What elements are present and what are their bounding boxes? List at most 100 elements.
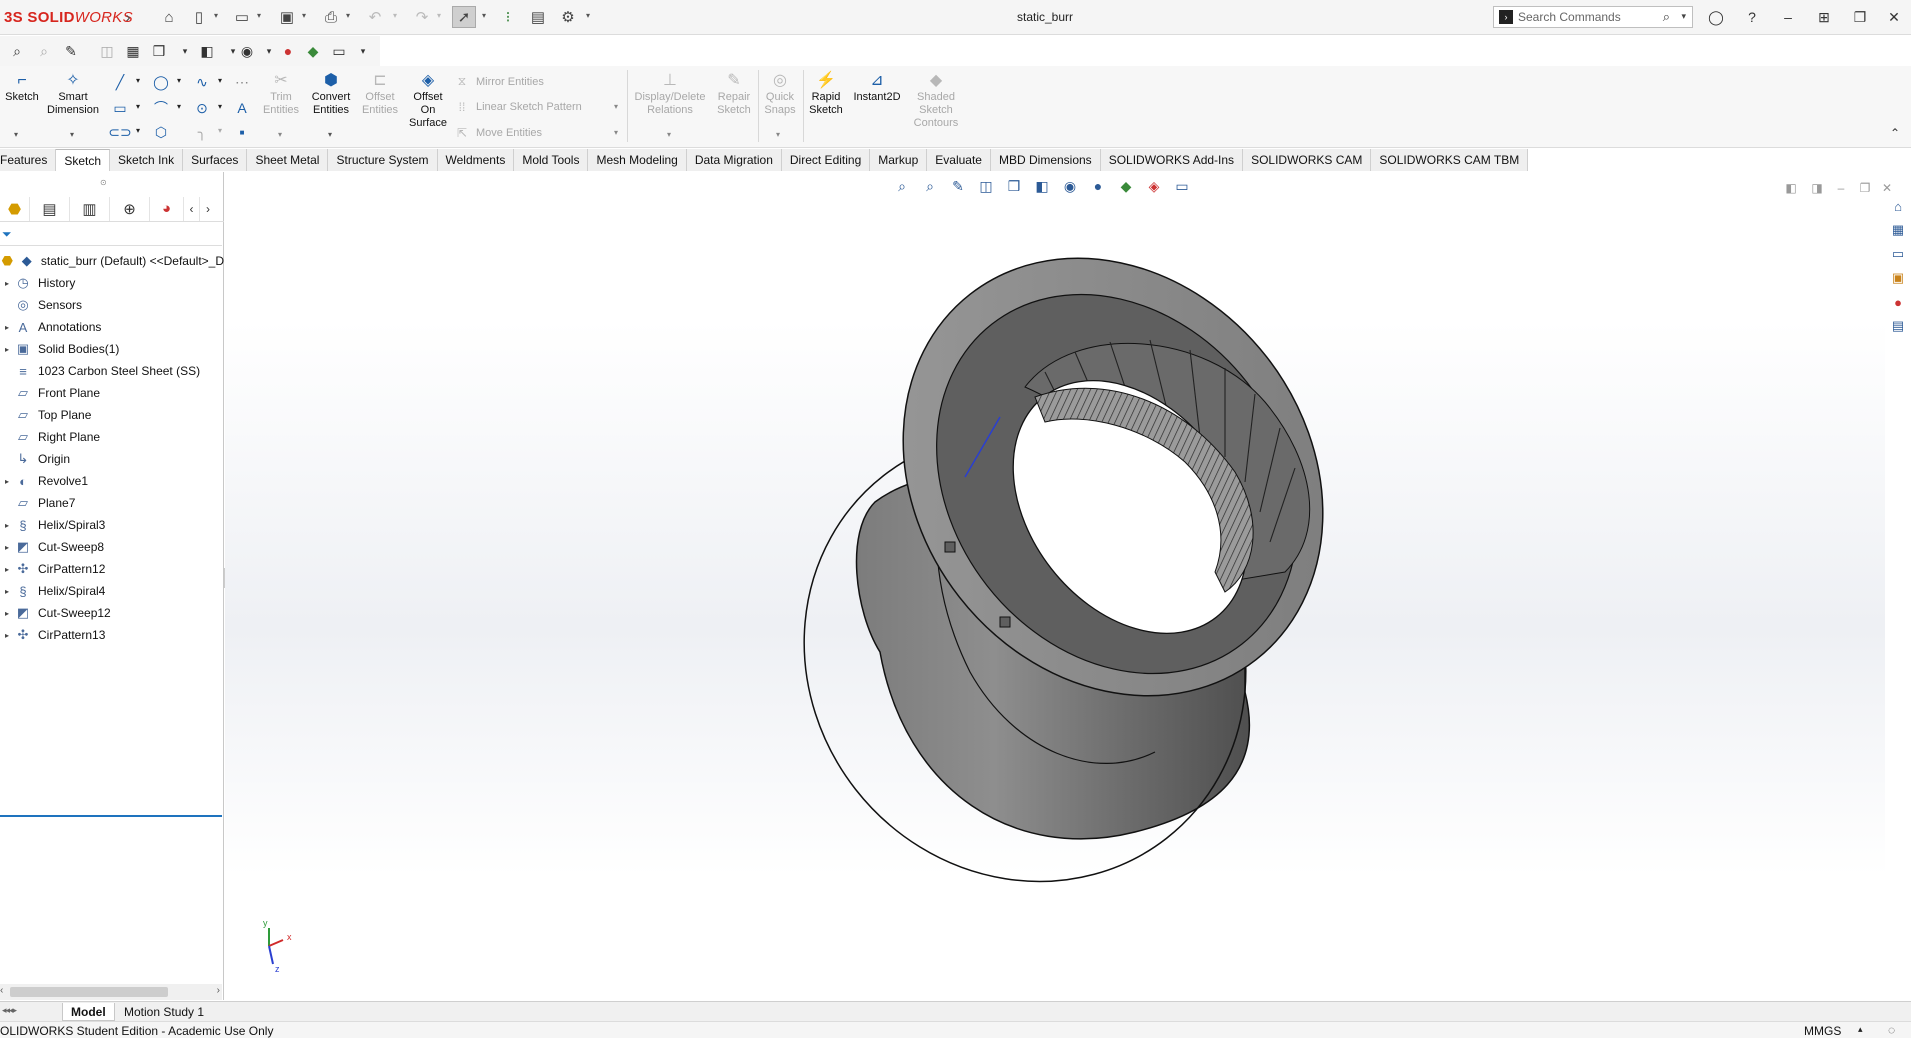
spline-dropdown-icon[interactable]: ▾: [218, 76, 222, 85]
tree-item-origin[interactable]: ↳ Origin: [0, 448, 224, 470]
tree-item-helix-spiral3[interactable]: ▸ § Helix/Spiral3: [0, 514, 224, 536]
tree-item-right-plane[interactable]: ▱ Right Plane: [0, 426, 224, 448]
shaded-sketch-contours-button[interactable]: ◆ Shaded Sketch Contours: [908, 70, 964, 130]
tab-mold-tools[interactable]: Mold Tools: [514, 149, 589, 171]
expand-arrow-icon[interactable]: ▸: [0, 565, 14, 574]
minimize-window-icon[interactable]: –: [1774, 6, 1802, 28]
new-dropdown-icon[interactable]: ▾: [214, 11, 222, 20]
file-explorer-icon[interactable]: ▭: [1888, 244, 1908, 264]
tree-item-top-plane[interactable]: ▱ Top Plane: [0, 404, 224, 426]
offset-entities-button[interactable]: ⊏ Offset Entities: [356, 70, 404, 117]
apply-scene-icon[interactable]: ◆: [302, 40, 324, 62]
arc-icon[interactable]: ⌒: [151, 98, 171, 118]
select-pointer-icon[interactable]: ➚: [452, 6, 476, 28]
slot-dropdown-icon[interactable]: ▾: [136, 126, 140, 135]
rectangle-dropdown-icon[interactable]: ▾: [136, 102, 140, 111]
expand-arrow-icon[interactable]: ▸: [0, 543, 14, 552]
tab-motion-study-1[interactable]: Motion Study 1: [116, 1003, 212, 1021]
display-style-icon[interactable]: ◧: [196, 40, 218, 62]
move-dropdown-icon[interactable]: ▾: [614, 128, 618, 137]
view-orientation-icon[interactable]: ❒: [148, 40, 170, 62]
tree-item-cirpattern13[interactable]: ▸ ✣ CirPattern13: [0, 624, 224, 646]
view-settings-dropdown-icon[interactable]: ▾: [352, 40, 374, 62]
search-icon[interactable]: ⌕: [1663, 9, 1670, 25]
options-dropdown-icon[interactable]: ▾: [586, 11, 594, 20]
display-manager-tab-icon[interactable]: ◕: [150, 196, 184, 221]
polygon-icon[interactable]: ⬡: [151, 122, 171, 142]
tree-item-front-plane[interactable]: ▱ Front Plane: [0, 382, 224, 404]
options-gear-icon[interactable]: ⚙: [556, 6, 580, 28]
line-dropdown-icon[interactable]: ▾: [136, 76, 140, 85]
tab-direct-editing[interactable]: Direct Editing: [781, 149, 871, 171]
edit-appearance-icon[interactable]: ●: [277, 40, 299, 62]
search-commands-input[interactable]: › Search Commands ⌕ ▾: [1493, 6, 1693, 28]
zoom-area-icon[interactable]: ⌕: [33, 40, 55, 62]
trim-entities-button[interactable]: ✂ Trim Entities: [256, 70, 306, 117]
spline-icon[interactable]: ∿: [192, 72, 212, 92]
property-manager-tab-icon[interactable]: ▤: [30, 196, 70, 221]
tab-sketch[interactable]: Sketch: [56, 149, 111, 171]
circle-icon[interactable]: ◯: [151, 72, 171, 92]
tab-data-migration[interactable]: Data Migration: [686, 149, 782, 171]
collapse-ribbon-icon[interactable]: ⌃: [1890, 126, 1900, 140]
expand-arrow-icon[interactable]: ▸: [0, 345, 14, 354]
tree-item-cirpattern12[interactable]: ▸ ✣ CirPattern12: [0, 558, 224, 580]
scroll-left-icon[interactable]: ‹: [0, 985, 3, 996]
tree-item-plane7[interactable]: ▱ Plane7: [0, 492, 224, 514]
static-burr-model[interactable]: [225, 172, 1885, 1000]
units-indicator[interactable]: MMGS: [1804, 1024, 1841, 1038]
tab-mbd-dimensions[interactable]: MBD Dimensions: [990, 149, 1101, 171]
ellipse-dropdown-icon[interactable]: ▾: [218, 102, 222, 111]
linear-sketch-pattern-button[interactable]: ⁞⁞ Linear Sketch Pattern: [454, 100, 582, 114]
home-icon[interactable]: ⌂: [157, 6, 181, 28]
expand-arrow-icon[interactable]: ▸: [0, 477, 14, 486]
sketch-button[interactable]: ⌐ Sketch: [4, 70, 40, 104]
save-dropdown-icon[interactable]: ▾: [302, 11, 310, 20]
tree-root-part[interactable]: ⬣ ◆ static_burr (Default) <<Default>_D: [0, 250, 224, 272]
section-view-icon[interactable]: ◫: [96, 40, 118, 62]
dynamic-annotation-icon[interactable]: ▦: [122, 40, 144, 62]
view-palette-icon[interactable]: ▣: [1888, 268, 1908, 288]
user-account-icon[interactable]: ◯: [1702, 6, 1730, 28]
rectangle-icon[interactable]: ▭: [110, 98, 130, 118]
configuration-manager-tab-icon[interactable]: ▥: [70, 196, 110, 221]
scrollbar-thumb[interactable]: [10, 987, 168, 997]
mirror-entities-button[interactable]: ⧖ Mirror Entities: [454, 74, 544, 89]
scroll-tabs-right-icon[interactable]: ›: [200, 197, 216, 221]
undo-dropdown-icon[interactable]: ▾: [393, 11, 401, 20]
design-library-icon[interactable]: ▦: [1888, 220, 1908, 240]
tree-item-solid-bodies-1[interactable]: ▸ ▣ Solid Bodies(1): [0, 338, 224, 360]
save-icon[interactable]: ▣: [275, 6, 299, 28]
trim-dropdown-icon[interactable]: ▾: [278, 130, 282, 139]
units-dropdown-icon[interactable]: ▴: [1858, 1024, 1863, 1035]
snaps-dropdown-icon[interactable]: ▾: [776, 130, 780, 139]
tab-features[interactable]: Features: [0, 149, 57, 171]
tab-sheet-metal[interactable]: Sheet Metal: [247, 149, 329, 171]
rollback-bar[interactable]: [0, 815, 222, 817]
arc-dropdown-icon[interactable]: ▾: [177, 102, 181, 111]
tab-solidworks-cam-tbm[interactable]: SOLIDWORKS CAM TBM: [1371, 149, 1529, 171]
close-window-icon[interactable]: ✕: [1880, 6, 1908, 28]
tree-item-cut-sweep12[interactable]: ▸ ◩ Cut-Sweep12: [0, 602, 224, 624]
expand-arrow-icon[interactable]: ▸: [0, 587, 14, 596]
tab-solidworks-addins[interactable]: SOLIDWORKS Add-Ins: [1100, 149, 1244, 171]
convert-dropdown-icon[interactable]: ▾: [328, 130, 332, 139]
tree-item-helix-spiral4[interactable]: ▸ § Helix/Spiral4: [0, 580, 224, 602]
tree-item-annotations[interactable]: ▸ A Annotations: [0, 316, 224, 338]
undo-icon[interactable]: ↶: [363, 6, 387, 28]
redo-icon[interactable]: ↷: [410, 6, 434, 28]
text-icon[interactable]: A: [232, 98, 252, 118]
point-icon[interactable]: ■: [232, 122, 252, 142]
hide-show-items-icon[interactable]: ◉: [236, 40, 258, 62]
tab-navigation-arrows-icon[interactable]: ◂◂◂▸: [2, 1005, 17, 1016]
quick-snaps-button[interactable]: ◎ Quick Snaps: [760, 70, 800, 117]
dimension-dropdown-icon[interactable]: ▾: [70, 130, 74, 139]
smart-dimension-button[interactable]: ✧ Smart Dimension: [44, 70, 102, 117]
tab-structure-system[interactable]: Structure System: [328, 149, 438, 171]
circle-dropdown-icon[interactable]: ▾: [177, 76, 181, 85]
print-icon[interactable]: ⎙: [319, 6, 343, 28]
expand-menu-icon[interactable]: ›: [116, 6, 140, 28]
zoom-to-fit-icon[interactable]: ⌕: [6, 40, 28, 62]
solidworks-logo[interactable]: 3S SOLIDWORKS: [4, 9, 133, 26]
tab-model[interactable]: Model: [62, 1003, 115, 1021]
